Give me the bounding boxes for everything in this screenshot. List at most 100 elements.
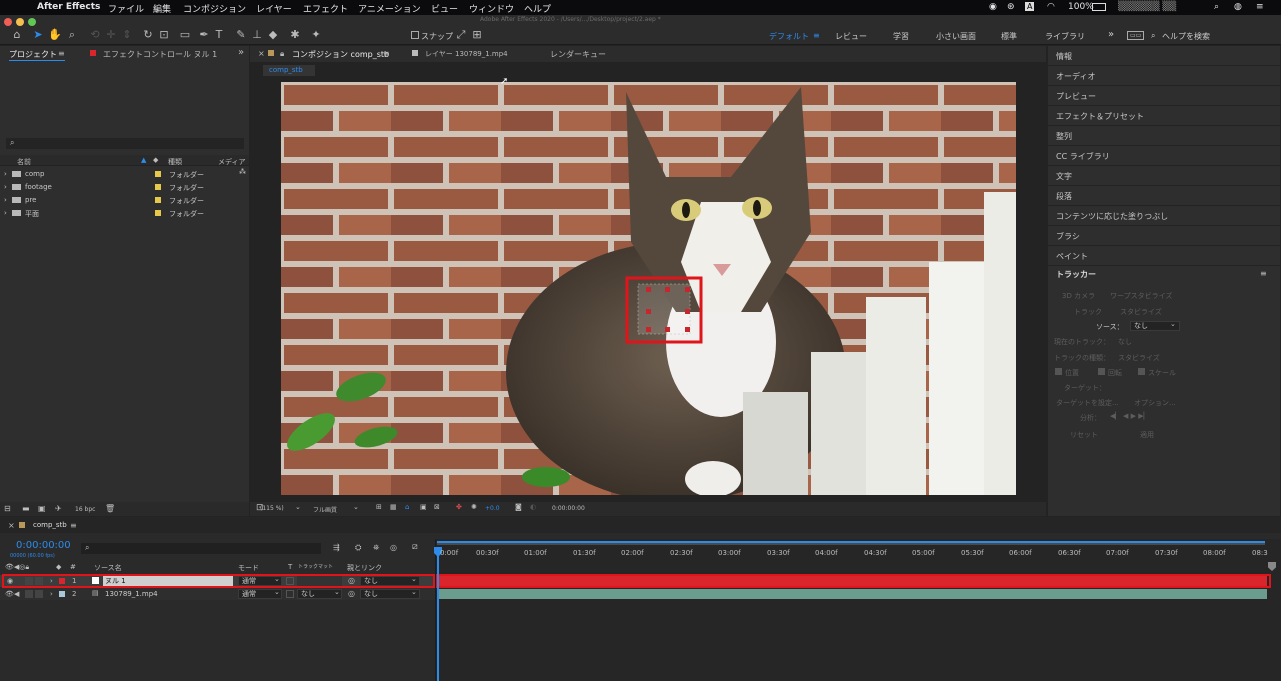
menu-edit[interactable]: 編集: [153, 2, 171, 15]
new-folder-icon[interactable]: ▬: [22, 504, 30, 513]
set-target-button[interactable]: ターゲットを設定...: [1056, 398, 1119, 408]
track-motion-button[interactable]: トラック: [1074, 307, 1102, 317]
panel-menu-icon[interactable]: ≡: [1260, 269, 1267, 278]
magnification-dropdown[interactable]: (115 %): [260, 505, 284, 512]
menu-composition[interactable]: コンポジション: [183, 2, 246, 15]
motion-blur-icon[interactable]: ◎: [390, 543, 397, 552]
panel-character[interactable]: 文字: [1048, 166, 1280, 186]
snap-grid-icon[interactable]: ⊞: [470, 28, 484, 41]
roto-brush-tool-icon[interactable]: ✱: [288, 28, 302, 41]
menu-window[interactable]: ウィンドウ: [469, 2, 514, 15]
render-icon[interactable]: ✈: [55, 504, 62, 513]
layer-label-swatch[interactable]: [59, 591, 65, 597]
warp-stabilizer-button[interactable]: ワープスタビライズ: [1110, 291, 1172, 301]
timeline-search-input[interactable]: ⌕: [81, 543, 321, 554]
trash-icon[interactable]: 🗑: [105, 504, 115, 513]
channel-icon[interactable]: ✤: [456, 503, 462, 511]
tab-layer[interactable]: レイヤー 130789_1.mp4: [425, 49, 508, 59]
siri-icon[interactable]: ◍: [1234, 2, 1242, 12]
grid-guide-icon[interactable]: ⊠: [434, 503, 440, 511]
lock-icon[interactable]: 🔒︎: [280, 49, 284, 59]
3d-view-icon[interactable]: ▣: [420, 503, 427, 511]
brush-tool-icon[interactable]: ✎: [234, 28, 248, 41]
chevron-down-icon[interactable]: ⌄: [411, 588, 417, 596]
current-time-indicator[interactable]: [437, 547, 439, 681]
comp-breadcrumb-chip[interactable]: comp_stb: [263, 65, 315, 76]
close-tab-icon[interactable]: ×: [258, 49, 265, 58]
wifi-icon[interactable]: ◠: [1047, 2, 1055, 12]
creative-cloud-icon[interactable]: ◉: [989, 2, 997, 12]
label-swatch[interactable]: [155, 210, 161, 216]
workspace-learn[interactable]: 学習: [893, 31, 909, 42]
close-tab-icon[interactable]: ×: [8, 521, 15, 530]
expand-arrow-icon[interactable]: ›: [4, 196, 7, 204]
help-search-field[interactable]: ヘルプを検索: [1162, 31, 1210, 42]
exposure-reset-icon[interactable]: ✺: [471, 503, 477, 511]
new-comp-icon[interactable]: ▣: [38, 504, 46, 513]
chevron-down-icon[interactable]: ⌄: [1170, 320, 1176, 328]
current-time-display[interactable]: 0:00:00:00: [552, 505, 585, 512]
position-checkbox[interactable]: [1055, 368, 1062, 375]
selection-tool-icon[interactable]: ➤: [31, 28, 45, 41]
snapshot-icon[interactable]: ◙: [515, 503, 522, 511]
stabilize-motion-button[interactable]: スタビライズ: [1120, 307, 1162, 317]
col-trkmat[interactable]: トラックマット: [298, 563, 333, 570]
panel-menu-icon[interactable]: ≡: [58, 49, 65, 58]
panel-info[interactable]: 情報: [1048, 46, 1280, 66]
work-area-bar[interactable]: [437, 541, 1265, 545]
menu-view[interactable]: ビュー: [431, 2, 458, 15]
mask-visibility-icon[interactable]: ⌂: [405, 503, 409, 511]
clone-stamp-tool-icon[interactable]: ⊥: [250, 28, 264, 41]
col-t[interactable]: T: [288, 563, 292, 571]
pan-behind-tool-icon[interactable]: ⊡: [157, 28, 171, 41]
scale-checkbox[interactable]: [1138, 368, 1145, 375]
panel-cc-libraries[interactable]: CC ライブラリ: [1048, 146, 1280, 166]
label-swatch[interactable]: [155, 171, 161, 177]
layer-row-footage[interactable]: 👁 ◀ › 2 ▤ 130789_1.mp4 通常 ⌄ なし ⌄ ◎ なし ⌄: [0, 588, 435, 600]
panel-menu-icon[interactable]: ≡: [383, 49, 390, 58]
minimize-window-button[interactable]: [16, 18, 24, 26]
time-graph[interactable]: [435, 539, 1281, 681]
panel-overflow-icon[interactable]: »: [238, 47, 244, 58]
dolly-tool-icon[interactable]: ⇕: [120, 28, 134, 41]
col-media[interactable]: メディア: [218, 157, 246, 167]
pen-tool-icon[interactable]: ✒: [197, 28, 211, 41]
spotlight-search-icon[interactable]: ⌕: [1214, 2, 1219, 12]
track-camera-button[interactable]: 3D カメラ: [1062, 291, 1095, 301]
tab-effect-controls[interactable]: エフェクトコントロール ヌル 1: [103, 49, 217, 60]
col-type[interactable]: 種類: [168, 157, 182, 167]
graph-editor-icon[interactable]: ⧄: [412, 542, 418, 552]
track-type-dropdown[interactable]: スタビライズ: [1118, 353, 1160, 363]
col-parent[interactable]: 親とリンク: [347, 563, 382, 573]
app-menu[interactable]: After Effects: [37, 2, 100, 12]
solo-toggle[interactable]: [25, 590, 33, 598]
panel-align[interactable]: 整列: [1048, 126, 1280, 146]
tab-composition[interactable]: コンポジション comp_stb: [292, 49, 389, 60]
workspace-default[interactable]: デフォルト: [769, 31, 809, 42]
apply-button[interactable]: 適用: [1140, 430, 1154, 440]
project-item-solids[interactable]: › 平面 フォルダー: [2, 207, 238, 219]
interpret-footage-icon[interactable]: ⊟: [4, 504, 11, 513]
battery-icon[interactable]: [1092, 3, 1106, 11]
snap-option-icon[interactable]: ⤢: [454, 28, 468, 42]
type-tool-icon[interactable]: T: [212, 28, 226, 41]
chevron-down-icon[interactable]: ⌄: [274, 588, 280, 596]
menu-animation[interactable]: アニメーション: [358, 2, 421, 15]
project-search-input[interactable]: ⌕: [6, 138, 244, 149]
status-icon[interactable]: ⊛: [1007, 2, 1015, 12]
lock-toggle[interactable]: [35, 590, 43, 598]
expand-arrow-icon[interactable]: ›: [50, 590, 53, 598]
menu-help[interactable]: ヘルプ: [524, 2, 551, 15]
current-timecode[interactable]: 0:00:00:00: [16, 540, 71, 551]
panel-effects-presets[interactable]: エフェクト＆プリセット: [1048, 106, 1280, 126]
footage-layer-bar[interactable]: [437, 589, 1267, 599]
exposure-value[interactable]: +0.0: [485, 505, 500, 512]
rotate-tool-icon[interactable]: ↻: [141, 28, 155, 41]
tab-render-queue[interactable]: レンダーキュー: [550, 49, 606, 60]
tab-timeline-comp[interactable]: comp_stb: [33, 521, 67, 529]
comp-viewer-image[interactable]: [281, 82, 1016, 495]
panel-content-aware-fill[interactable]: コンテンツに応じた塗りつぶし: [1048, 206, 1280, 226]
menu-effect[interactable]: エフェクト: [303, 2, 348, 15]
workspace-standard[interactable]: 標準: [1001, 31, 1017, 42]
close-window-button[interactable]: [4, 18, 12, 26]
